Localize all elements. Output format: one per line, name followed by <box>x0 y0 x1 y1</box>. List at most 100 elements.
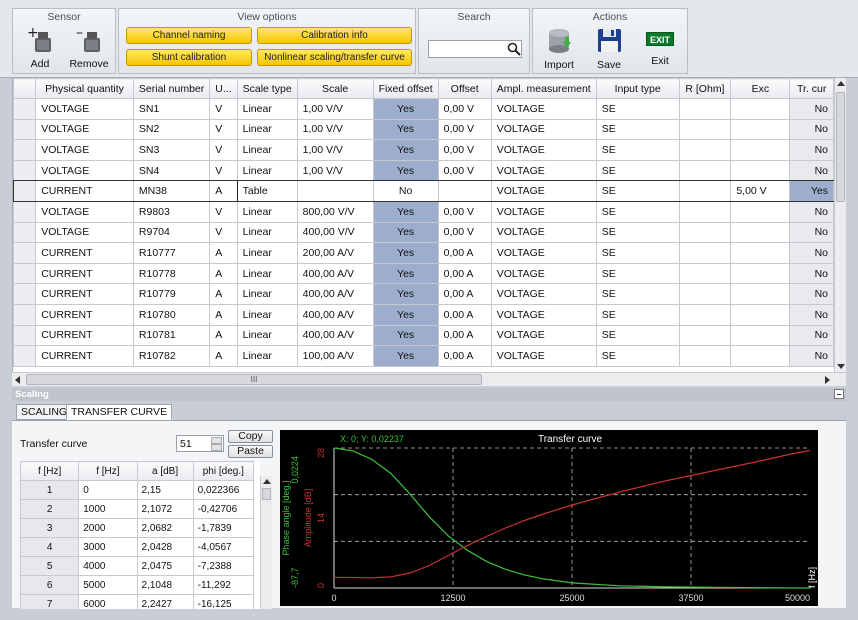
collapse-icon[interactable] <box>834 389 844 399</box>
transfer-row[interactable]: 2 1000 2,1072 -0,42706 <box>20 499 255 519</box>
row-selector[interactable] <box>13 303 37 326</box>
transfer-cell[interactable]: -7,2388 <box>192 556 255 576</box>
table-cell[interactable]: CURRENT <box>35 303 134 326</box>
transfer-scroll-up-icon[interactable] <box>263 479 271 484</box>
transfer-cell[interactable]: 5000 <box>78 575 138 595</box>
table-cell[interactable]: SN2 <box>132 118 211 141</box>
transfer-cell[interactable]: 2,0682 <box>136 518 194 538</box>
table-cell[interactable] <box>678 242 732 264</box>
table-cell[interactable]: No <box>789 283 834 305</box>
table-cell[interactable] <box>678 139 732 161</box>
table-cell[interactable] <box>730 98 791 120</box>
table-cell[interactable]: VOLTAGE <box>490 262 597 285</box>
transfer-cell[interactable]: -16,125 <box>192 594 255 609</box>
table-cell[interactable]: MN38 <box>132 180 211 202</box>
table-cell[interactable]: SE <box>595 200 680 223</box>
table-cell[interactable] <box>678 324 732 347</box>
table-row[interactable]: CURRENT R10782 A Linear 100,00 A/V Yes 0,00 AV… <box>13 345 834 367</box>
column-header[interactable]: Input type <box>595 78 680 99</box>
table-cell[interactable]: 0,00 V <box>437 118 492 141</box>
table-row[interactable]: VOLTAGE R9803 V Linear 800,00 V/V Yes 0,00 V VO… <box>13 200 834 223</box>
table-cell[interactable]: Linear <box>236 221 298 244</box>
column-header[interactable]: R [Ohm] <box>678 78 732 99</box>
table-cell[interactable]: No <box>789 303 834 326</box>
shunt-calibration-button[interactable]: Shunt calibration <box>126 49 252 66</box>
channel-naming-button[interactable]: Channel naming <box>126 27 252 44</box>
table-cell[interactable]: No <box>789 98 834 120</box>
transfer-cell[interactable]: 2,0428 <box>136 537 194 557</box>
table-cell[interactable]: VOLTAGE <box>490 221 597 244</box>
table-cell[interactable]: Yes <box>372 303 439 326</box>
transfer-column-header[interactable]: f [Hz] <box>78 461 138 481</box>
table-cell[interactable]: VOLTAGE <box>490 242 597 264</box>
table-cell[interactable]: No <box>372 180 439 202</box>
table-cell[interactable] <box>730 200 791 223</box>
transfer-row-number[interactable]: 6 <box>20 575 80 595</box>
transfer-cell[interactable]: -4,0567 <box>192 537 255 557</box>
column-header[interactable]: Serial number <box>132 78 211 99</box>
table-cell[interactable]: 400,00 A/V <box>296 262 374 285</box>
table-cell[interactable]: VOLTAGE <box>490 303 597 326</box>
table-cell[interactable]: V <box>209 139 238 161</box>
table-cell[interactable]: No <box>789 345 834 367</box>
table-cell[interactable]: 400,00 V/V <box>296 221 374 244</box>
table-cell[interactable] <box>678 345 732 367</box>
table-cell[interactable]: VOLTAGE <box>35 98 134 120</box>
scroll-right-arrow-icon[interactable] <box>825 376 830 384</box>
transfer-cell[interactable]: 2,2427 <box>136 594 194 609</box>
transfer-row[interactable]: 3 2000 2,0682 -1,7839 <box>20 518 255 538</box>
transfer-cell[interactable]: -0,42706 <box>192 499 255 519</box>
table-cell[interactable]: Linear <box>236 262 298 285</box>
transfer-row-number[interactable]: 4 <box>20 537 80 557</box>
table-cell[interactable]: VOLTAGE <box>490 283 597 305</box>
table-cell[interactable]: A <box>209 303 238 326</box>
transfer-cell[interactable]: 0,022366 <box>192 480 255 500</box>
scroll-down-arrow-icon[interactable] <box>837 364 845 369</box>
transfer-row-number[interactable]: 3 <box>20 518 80 538</box>
grid-horizontal-scrollbar[interactable]: III <box>12 372 846 386</box>
table-cell[interactable]: R10779 <box>132 283 211 305</box>
table-cell[interactable]: No <box>789 262 834 285</box>
table-cell[interactable]: 0,00 A <box>437 242 492 264</box>
table-cell[interactable]: VOLTAGE <box>490 200 597 223</box>
transfer-column-header[interactable]: phi [deg.] <box>192 461 255 481</box>
table-cell[interactable]: CURRENT <box>35 242 134 264</box>
table-cell[interactable]: SE <box>595 139 680 161</box>
table-cell[interactable]: R9803 <box>132 200 211 223</box>
table-cell[interactable]: 100,00 A/V <box>296 345 374 367</box>
table-cell[interactable]: 400,00 A/V <box>296 324 374 347</box>
table-cell[interactable]: R9704 <box>132 221 211 244</box>
table-cell[interactable]: SE <box>595 221 680 244</box>
column-header[interactable]: Scale type <box>236 78 298 99</box>
transfer-row[interactable]: 7 6000 2,2427 -16,125 <box>20 594 255 609</box>
table-cell[interactable]: 400,00 A/V <box>296 303 374 326</box>
table-row[interactable]: VOLTAGE SN4 V Linear 1,00 V/V Yes 0,00 V VOLTAG… <box>13 159 834 182</box>
transfer-row[interactable]: 5 4000 2,0475 -7,2388 <box>20 556 255 576</box>
table-cell[interactable]: R10782 <box>132 345 211 367</box>
calibration-info-button[interactable]: Calibration info <box>257 27 412 44</box>
table-cell[interactable]: A <box>209 242 238 264</box>
transfer-row-number[interactable]: 5 <box>20 556 80 576</box>
add-sensor-button[interactable]: + Add <box>21 25 59 72</box>
table-cell[interactable]: 200,00 A/V <box>296 242 374 264</box>
table-cell[interactable]: Yes <box>372 221 439 244</box>
transfer-cell[interactable]: 2,0475 <box>136 556 194 576</box>
table-cell[interactable]: No <box>789 200 834 223</box>
column-header[interactable]: Tr. cur <box>789 78 834 99</box>
table-cell[interactable] <box>296 180 374 202</box>
table-cell[interactable]: SN3 <box>132 139 211 161</box>
table-cell[interactable]: Linear <box>236 159 298 182</box>
scroll-thumb[interactable] <box>836 92 845 202</box>
transfer-cell[interactable]: 4000 <box>78 556 138 576</box>
table-cell[interactable]: 1,00 V/V <box>296 118 374 141</box>
table-cell[interactable]: Linear <box>236 98 298 120</box>
table-cell[interactable]: CURRENT <box>35 283 134 305</box>
column-header[interactable]: Physical quantity <box>35 78 134 99</box>
table-cell[interactable]: SE <box>595 98 680 120</box>
exit-button[interactable]: EXIT Exit <box>639 26 681 72</box>
table-cell[interactable]: A <box>209 324 238 347</box>
table-cell[interactable]: SN1 <box>132 98 211 120</box>
table-cell[interactable]: SE <box>595 345 680 367</box>
column-header[interactable]: Scale <box>296 78 374 99</box>
table-cell[interactable]: R10778 <box>132 262 211 285</box>
